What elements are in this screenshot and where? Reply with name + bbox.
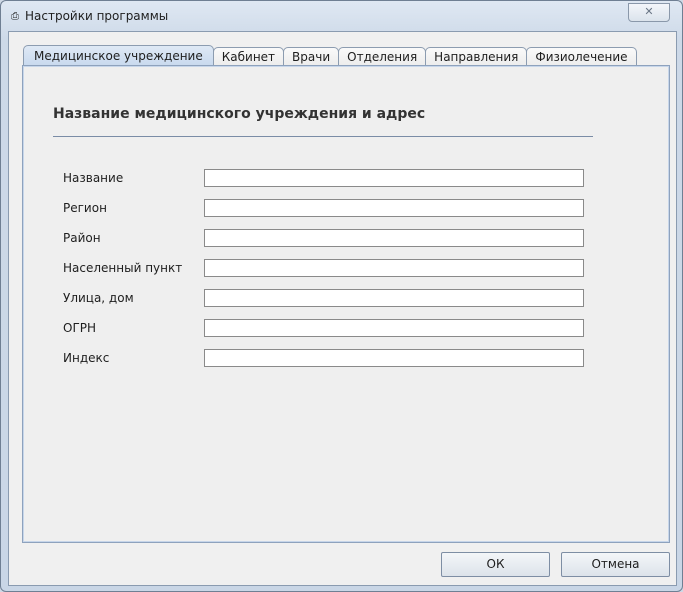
name-input[interactable] bbox=[204, 169, 584, 187]
field-label: Район bbox=[63, 231, 101, 245]
field-row: ОГРН bbox=[63, 318, 584, 338]
field-row: Район bbox=[63, 228, 584, 248]
field-row: Индекс bbox=[63, 348, 584, 368]
settings-window: ⎙ Настройки программы ✕ Медицинское учре… bbox=[0, 0, 683, 592]
tab-office[interactable]: Кабинет bbox=[212, 47, 285, 66]
close-button[interactable]: ✕ bbox=[628, 3, 670, 22]
district-input[interactable] bbox=[204, 229, 584, 247]
field-label: Индекс bbox=[63, 351, 110, 365]
field-row: Регион bbox=[63, 198, 584, 218]
tab-referrals[interactable]: Направления bbox=[425, 47, 528, 66]
tab-bar: Медицинское учреждение Кабинет Врачи Отд… bbox=[23, 45, 637, 66]
section-title: Название медицинского учреждения и адрес bbox=[53, 106, 426, 122]
field-label: Регион bbox=[63, 201, 107, 215]
field-label: Название bbox=[63, 171, 124, 185]
dialog-content: Медицинское учреждение Кабинет Врачи Отд… bbox=[8, 31, 677, 586]
tab-departments[interactable]: Отделения bbox=[338, 47, 427, 66]
app-icon: ⎙ bbox=[11, 10, 19, 22]
tab-medical-institution[interactable]: Медицинское учреждение bbox=[23, 45, 214, 66]
postal-code-input[interactable] bbox=[204, 349, 584, 367]
field-label: Улица, дом bbox=[63, 291, 134, 305]
street-input[interactable] bbox=[204, 289, 584, 307]
divider bbox=[53, 136, 593, 137]
window-title: Настройки программы bbox=[25, 9, 169, 23]
locality-input[interactable] bbox=[204, 259, 584, 277]
region-input[interactable] bbox=[204, 199, 584, 217]
tab-doctors[interactable]: Врачи bbox=[283, 47, 340, 66]
ok-button[interactable]: ОК bbox=[441, 552, 550, 577]
field-row: Улица, дом bbox=[63, 288, 584, 308]
cancel-button[interactable]: Отмена bbox=[561, 552, 670, 577]
field-label: Населенный пункт bbox=[63, 261, 183, 275]
tab-physiotherapy[interactable]: Физиолечение bbox=[526, 47, 637, 66]
ogrn-input[interactable] bbox=[204, 319, 584, 337]
tab-panel: Название медицинского учреждения и адрес… bbox=[22, 65, 670, 543]
field-row: Название bbox=[63, 168, 584, 188]
title-bar: ⎙ Настройки программы bbox=[11, 9, 168, 23]
field-row: Населенный пункт bbox=[63, 258, 584, 278]
field-label: ОГРН bbox=[63, 321, 97, 335]
